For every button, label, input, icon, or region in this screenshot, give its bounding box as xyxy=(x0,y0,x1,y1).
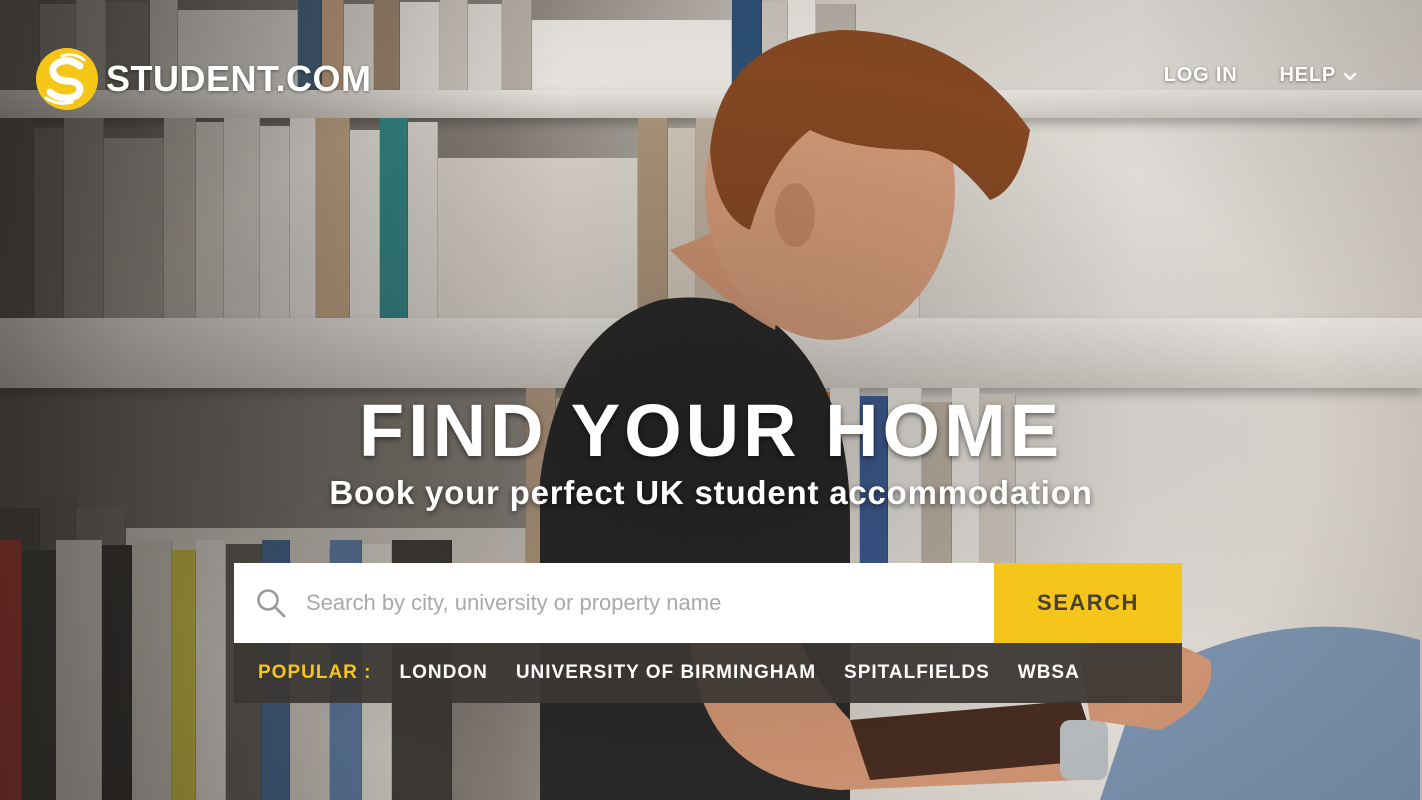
popular-link-university-of-birmingham[interactable]: UNIVERSITY OF BIRMINGHAM xyxy=(516,662,816,684)
search-button[interactable]: SEARCH xyxy=(994,563,1182,643)
popular-searches: POPULAR : LONDON UNIVERSITY OF BIRMINGHA… xyxy=(234,643,1182,703)
search-input[interactable] xyxy=(306,563,994,643)
top-nav: LOG IN HELP xyxy=(1164,64,1358,87)
chevron-down-icon xyxy=(1343,72,1357,80)
site-header: STUDENT.COM LOG IN HELP xyxy=(0,0,1422,160)
brand-name: STUDENT.COM xyxy=(106,58,372,99)
login-link[interactable]: LOG IN xyxy=(1164,64,1238,87)
brand-logo-link[interactable]: STUDENT.COM xyxy=(36,48,372,110)
popular-link-london[interactable]: LONDON xyxy=(400,662,488,684)
search-field xyxy=(234,563,994,643)
popular-link-wbsa[interactable]: WBSA xyxy=(1018,662,1080,684)
hero-title: FIND YOUR HOME xyxy=(358,389,1064,472)
student-s-logo-icon xyxy=(36,48,98,110)
popular-link-spitalfields[interactable]: SPITALFIELDS xyxy=(844,662,990,684)
hero-subtitle: Book your perfect UK student accommodati… xyxy=(329,474,1093,511)
popular-label: POPULAR : xyxy=(258,662,372,683)
search-form: SEARCH xyxy=(234,563,1182,643)
help-menu[interactable]: HELP xyxy=(1279,64,1358,87)
search-icon xyxy=(257,589,286,618)
help-label: HELP xyxy=(1279,64,1336,86)
